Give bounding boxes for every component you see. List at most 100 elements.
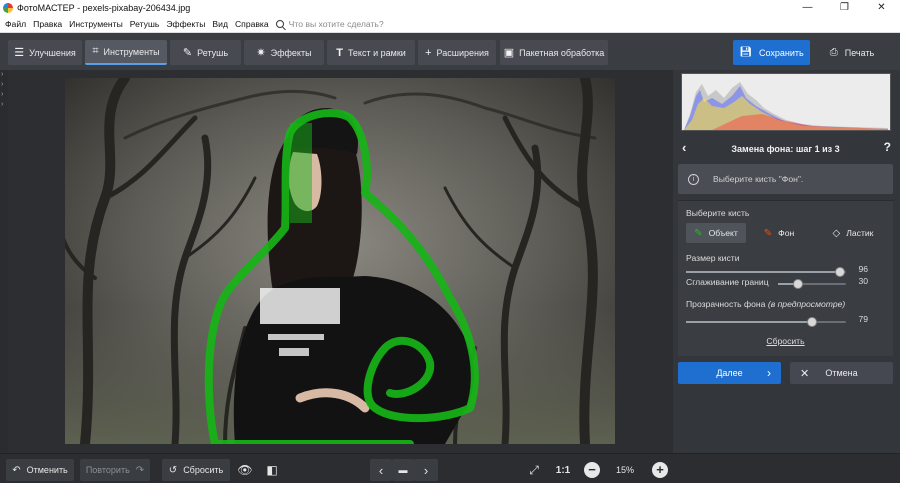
window-controls: — ❐ ✕	[789, 0, 900, 16]
opacity-label-text: Прозрачность фона	[686, 299, 766, 309]
menu-bar: Файл Правка Инструменты Ретушь Эффекты В…	[0, 16, 900, 33]
next-button[interactable]: Далее ›	[678, 362, 781, 384]
title-bar: ФотоМАСТЕР - pexels-pixabay-206434.jpg —…	[0, 0, 900, 16]
chevron-right-icon[interactable]: ›	[0, 90, 8, 100]
save-icon: 💾︎	[739, 47, 752, 58]
sliders-icon: ☰	[14, 47, 25, 59]
print-button[interactable]: ⎙ Печать	[816, 40, 888, 65]
tab-batch[interactable]: ▣ Пакетная обработка	[500, 40, 608, 65]
printer-icon: ⎙	[829, 47, 838, 58]
chevron-right-icon[interactable]: ›	[0, 80, 8, 90]
chevron-right-icon: ›	[423, 462, 429, 478]
zoom-level[interactable]: 15%	[608, 462, 642, 478]
opacity-slider[interactable]	[686, 317, 846, 327]
cancel-button[interactable]: ✕ Отмена	[790, 362, 893, 384]
zoom-out-button[interactable]: −	[584, 462, 600, 478]
search-input[interactable]: Что вы хотите сделать?	[289, 19, 384, 29]
tab-label: Текст и рамки	[347, 47, 406, 58]
folder-button[interactable]: ▬	[392, 459, 414, 481]
select-brush-label: Выберите кисть	[686, 208, 750, 218]
sparkle-icon: ✷	[256, 47, 266, 59]
reset-link[interactable]: Сбросить	[678, 336, 893, 346]
tab-label: Эффекты	[270, 47, 312, 58]
window-title: ФотоМАСТЕР - pexels-pixabay-206434.jpg	[17, 3, 191, 13]
photo[interactable]	[65, 78, 615, 444]
zoom-in-button[interactable]: +	[652, 462, 668, 478]
save-label: Сохранить	[758, 47, 804, 58]
step-title: Замена фона: шаг 1 из 3	[731, 144, 840, 154]
opacity-label: Прозрачность фона (в предпросмотре)	[686, 299, 845, 309]
menu-file[interactable]: Файл	[5, 19, 26, 29]
chevron-right-icon[interactable]: ›	[0, 70, 8, 80]
next-image-button[interactable]: ›	[414, 459, 438, 481]
menu-help[interactable]: Справка	[235, 19, 269, 29]
smoothing-slider[interactable]	[778, 279, 846, 289]
undo-button[interactable]: ↶ Отменить	[6, 459, 74, 481]
menu-view[interactable]: Вид	[212, 19, 228, 29]
reset-button[interactable]: ↺ Сбросить	[162, 459, 230, 481]
smoothing-label: Сглаживание границ	[686, 277, 769, 287]
histogram-graph	[684, 82, 888, 130]
redo-icon: ↷	[135, 464, 145, 476]
background-brush-icon: ✎	[763, 227, 773, 239]
cancel-label: Отмена	[825, 368, 858, 378]
maximize-button[interactable]: ❐	[826, 0, 863, 16]
brush-object-button[interactable]: ✎ Объект	[686, 223, 746, 243]
eye-icon[interactable]: 👁︎	[234, 459, 256, 481]
batch-icon: ▣	[503, 47, 515, 59]
menu-tools[interactable]: Инструменты	[69, 19, 123, 29]
tab-effects[interactable]: ✷ Эффекты	[244, 40, 324, 65]
redo-button[interactable]: Повторить ↷	[80, 459, 150, 481]
canvas-area[interactable]	[8, 70, 673, 453]
minimize-button[interactable]: —	[789, 0, 826, 16]
brush-label: Ластик	[846, 228, 874, 238]
menu-effects[interactable]: Эффекты	[166, 19, 205, 29]
slider-knob[interactable]	[793, 279, 804, 289]
brush-icon: ✎	[182, 47, 193, 59]
tab-label: Инструменты	[103, 46, 160, 57]
tab-retouch[interactable]: ✎ Ретушь	[170, 40, 241, 65]
prev-image-button[interactable]: ‹	[370, 459, 392, 481]
close-button[interactable]: ✕	[863, 0, 900, 16]
compare-icon[interactable]: ◧	[262, 459, 282, 481]
object-brush-icon: ✎	[694, 227, 703, 239]
main-toolbar: ☰ Улучшения ⌗ Инструменты ✎ Ретушь ✷ Эфф…	[0, 33, 900, 70]
chevron-right-icon[interactable]: ›	[0, 100, 8, 110]
slider-knob[interactable]	[834, 267, 845, 277]
opacity-value: 79	[858, 314, 868, 324]
tab-extensions[interactable]: + Расширения	[418, 40, 496, 65]
fit-screen-icon[interactable]: ⤢	[524, 459, 544, 481]
brush-background-button[interactable]: ✎ Фон	[754, 223, 804, 243]
app-logo-icon	[3, 3, 13, 13]
reset-icon: ↺	[168, 464, 178, 476]
chevron-left-icon[interactable]: ‹	[682, 140, 686, 155]
reset-label: Сбросить	[183, 465, 224, 475]
tab-label: Ретушь	[197, 47, 229, 58]
brush-size-slider[interactable]	[686, 267, 846, 277]
crop-icon: ⌗	[92, 45, 99, 57]
close-icon: ✕	[800, 367, 810, 380]
menu-edit[interactable]: Правка	[33, 19, 62, 29]
smoothing-value: 30	[858, 276, 868, 286]
tab-text-frames[interactable]: T Текст и рамки	[327, 40, 415, 65]
actual-size-button[interactable]: 1:1	[552, 459, 574, 481]
help-icon[interactable]: ?	[884, 140, 891, 154]
folder-icon: ▬	[398, 465, 408, 475]
brush-settings: Выберите кисть ✎ Объект ✎ Фон ◇ Ластик Р…	[678, 200, 893, 356]
chevron-right-icon: ›	[767, 366, 771, 380]
brush-label: Фон	[778, 228, 795, 238]
brush-eraser-button[interactable]: ◇ Ластик	[823, 223, 883, 243]
photo-image	[65, 78, 615, 444]
tab-tools[interactable]: ⌗ Инструменты	[85, 40, 167, 65]
undo-label: Отменить	[26, 465, 68, 475]
right-panel: ‹ Замена фона: шаг 1 из 3 ? i Выберите к…	[673, 70, 900, 453]
left-collapse-strip[interactable]: › › › ›	[0, 70, 8, 453]
slider-knob[interactable]	[807, 317, 818, 327]
search-icon[interactable]	[275, 20, 284, 28]
tab-enhancements[interactable]: ☰ Улучшения	[8, 40, 82, 65]
histogram	[681, 73, 891, 131]
chevron-left-icon: ‹	[378, 462, 384, 478]
bottom-bar: ↶ Отменить Повторить ↷ ↺ Сбросить 👁︎ ◧ ‹…	[0, 453, 900, 483]
menu-retouch[interactable]: Ретушь	[130, 19, 160, 29]
save-button[interactable]: 💾︎ Сохранить	[733, 40, 810, 65]
